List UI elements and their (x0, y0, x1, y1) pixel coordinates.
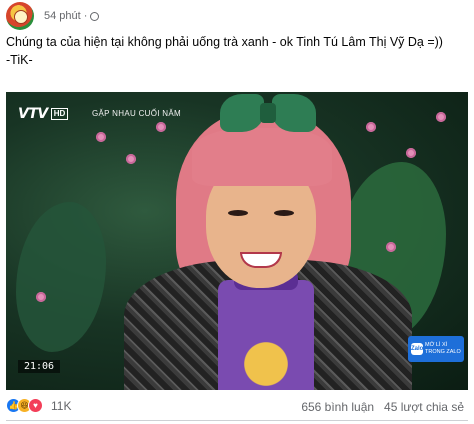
blossom (36, 292, 46, 302)
channel-logo: VTV HD (18, 106, 69, 122)
channel-name: VTV (18, 106, 48, 122)
post-text-line2: -TiK- (6, 53, 33, 67)
blossom (386, 242, 396, 252)
blossom (96, 132, 106, 142)
zalo-badge-line1: MỞ LÌ XÌ (425, 342, 448, 348)
post-time[interactable]: 54 phút (44, 10, 81, 22)
person-dress (218, 280, 314, 390)
separator-dot: · (83, 10, 88, 22)
hair-bow (220, 94, 316, 134)
broadcast-clock: 21:06 (18, 360, 60, 373)
blossom (366, 122, 376, 132)
page-avatar[interactable] (6, 2, 34, 30)
zalo-promo-badge: Zalo MỞ LÌ XÌ TRONG ZALO (408, 336, 464, 362)
zalo-badge-text: MỞ LÌ XÌ TRONG ZALO (425, 342, 461, 356)
globe-icon (90, 11, 100, 21)
zalo-badge-line2: TRONG ZALO (425, 349, 461, 355)
person-bangs (192, 128, 332, 186)
hd-badge: HD (50, 108, 69, 120)
zalo-logo-icon: Zalo (411, 343, 423, 355)
person-eye (274, 210, 294, 216)
person-eye (228, 210, 248, 216)
post-text-line1: Chúng ta của hiện tại không phải uống tr… (6, 35, 443, 49)
bow-right (272, 94, 316, 132)
reaction-count: 11K (51, 398, 72, 413)
post-meta: 54 phút · (44, 10, 100, 22)
reaction-summary[interactable]: 👍 😆 ♥ 11K (6, 398, 71, 413)
facebook-post: 54 phút · Chúng ta của hiện tại không ph… (0, 0, 474, 424)
avatar-logo-mark (14, 10, 28, 24)
footer-divider (6, 420, 468, 421)
post-text: Chúng ta của hiện tại không phải uống tr… (6, 33, 466, 69)
blossom (406, 148, 416, 158)
love-icon: ♥ (28, 398, 43, 413)
blossom (436, 112, 446, 122)
engagement-stats: 656 bình luận 45 lượt chia sẻ (301, 400, 464, 414)
blossom (156, 122, 166, 132)
share-count-link[interactable]: 45 lượt chia sẻ (384, 400, 464, 414)
show-title: GẶP NHAU CUỐI NĂM (92, 109, 181, 118)
comment-count-link[interactable]: 656 bình luận (301, 400, 374, 414)
bow-left (220, 94, 264, 132)
blossom (126, 154, 136, 164)
video-player[interactable]: VTV HD GẶP NHAU CUỐI NĂM 21:06 Zalo MỞ L… (6, 92, 468, 390)
bow-center (260, 103, 276, 123)
